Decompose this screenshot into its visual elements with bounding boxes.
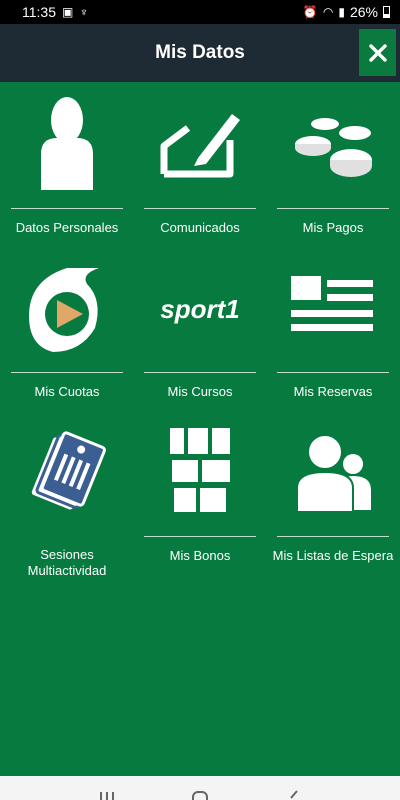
- app-header: Mis Datos: [0, 24, 400, 82]
- tile-divider: [144, 208, 256, 209]
- tile-mis-pagos[interactable]: Mis Pagos: [277, 90, 389, 240]
- home-button[interactable]: [180, 786, 220, 800]
- tile-divider: [277, 208, 389, 209]
- tile-mis-reservas[interactable]: Mis Reservas: [277, 254, 389, 404]
- notification-icon: ♆: [79, 5, 89, 19]
- status-bar: 11:35 ▣ ♆ ⏰ ◠ ▮ 26%: [0, 0, 400, 24]
- tile-mis-cuotas[interactable]: Mis Cuotas: [11, 254, 123, 404]
- close-button[interactable]: [359, 29, 396, 76]
- recent-apps-icon: [99, 792, 114, 800]
- battery-percent: 26%: [349, 4, 378, 20]
- image-notification-icon: ▣: [62, 5, 74, 19]
- tile-divider: [144, 372, 256, 373]
- tile-mis-listas-de-espera[interactable]: Mis Listas de Espera: [273, 418, 393, 568]
- back-button[interactable]: [273, 786, 313, 800]
- back-icon: [290, 790, 299, 799]
- tile-label: Mis Cuotas: [34, 384, 100, 399]
- tile-sesiones-multiactividad[interactable]: Sesiones Multiactividad: [11, 418, 123, 578]
- tile-label: Sesiones Multiactividad: [27, 547, 107, 578]
- tickets-icon: [11, 418, 123, 530]
- status-time: 11:35: [22, 4, 56, 20]
- tile-mis-cursos[interactable]: sport1 Mis Cursos: [144, 254, 256, 404]
- wifi-icon: ◠: [322, 5, 334, 19]
- tile-label: Mis Reservas: [293, 384, 373, 399]
- coins-icon: [277, 90, 389, 202]
- tile-label: Mis Listas de Espera: [272, 548, 394, 563]
- tile-label: Comunicados: [160, 220, 240, 235]
- signal-icon: ▮: [338, 5, 345, 19]
- tile-comunicados[interactable]: Comunicados: [144, 90, 256, 240]
- list-icon: [277, 254, 389, 366]
- home-icon: [191, 791, 208, 800]
- close-icon: [368, 43, 387, 62]
- tile-label: Datos Personales: [15, 220, 119, 235]
- person-icon: [11, 90, 123, 202]
- sport1-logo-text: sport1: [160, 294, 239, 324]
- play-badge-icon: [11, 254, 123, 366]
- users-icon: [277, 418, 389, 530]
- recent-apps-button[interactable]: [87, 786, 127, 800]
- tile-divider: [277, 372, 389, 373]
- tile-divider: [144, 536, 256, 537]
- system-nav-bar: [0, 776, 400, 800]
- voucher-grid-icon: [144, 418, 256, 530]
- tile-label: Mis Cursos: [167, 384, 233, 399]
- tile-divider: [277, 536, 389, 537]
- tile-divider: [11, 208, 123, 209]
- edit-icon: [144, 90, 256, 202]
- alarm-icon: ⏰: [302, 5, 318, 19]
- tile-datos-personales[interactable]: Datos Personales: [11, 90, 123, 240]
- tile-label: Mis Bonos: [169, 548, 231, 563]
- sport1-logo: sport1: [144, 254, 256, 366]
- tile-mis-bonos[interactable]: Mis Bonos: [144, 418, 256, 568]
- tile-divider: [11, 372, 123, 373]
- battery-icon: [383, 6, 390, 18]
- page-title: Mis Datos: [155, 42, 245, 63]
- tile-label: Mis Pagos: [302, 220, 364, 235]
